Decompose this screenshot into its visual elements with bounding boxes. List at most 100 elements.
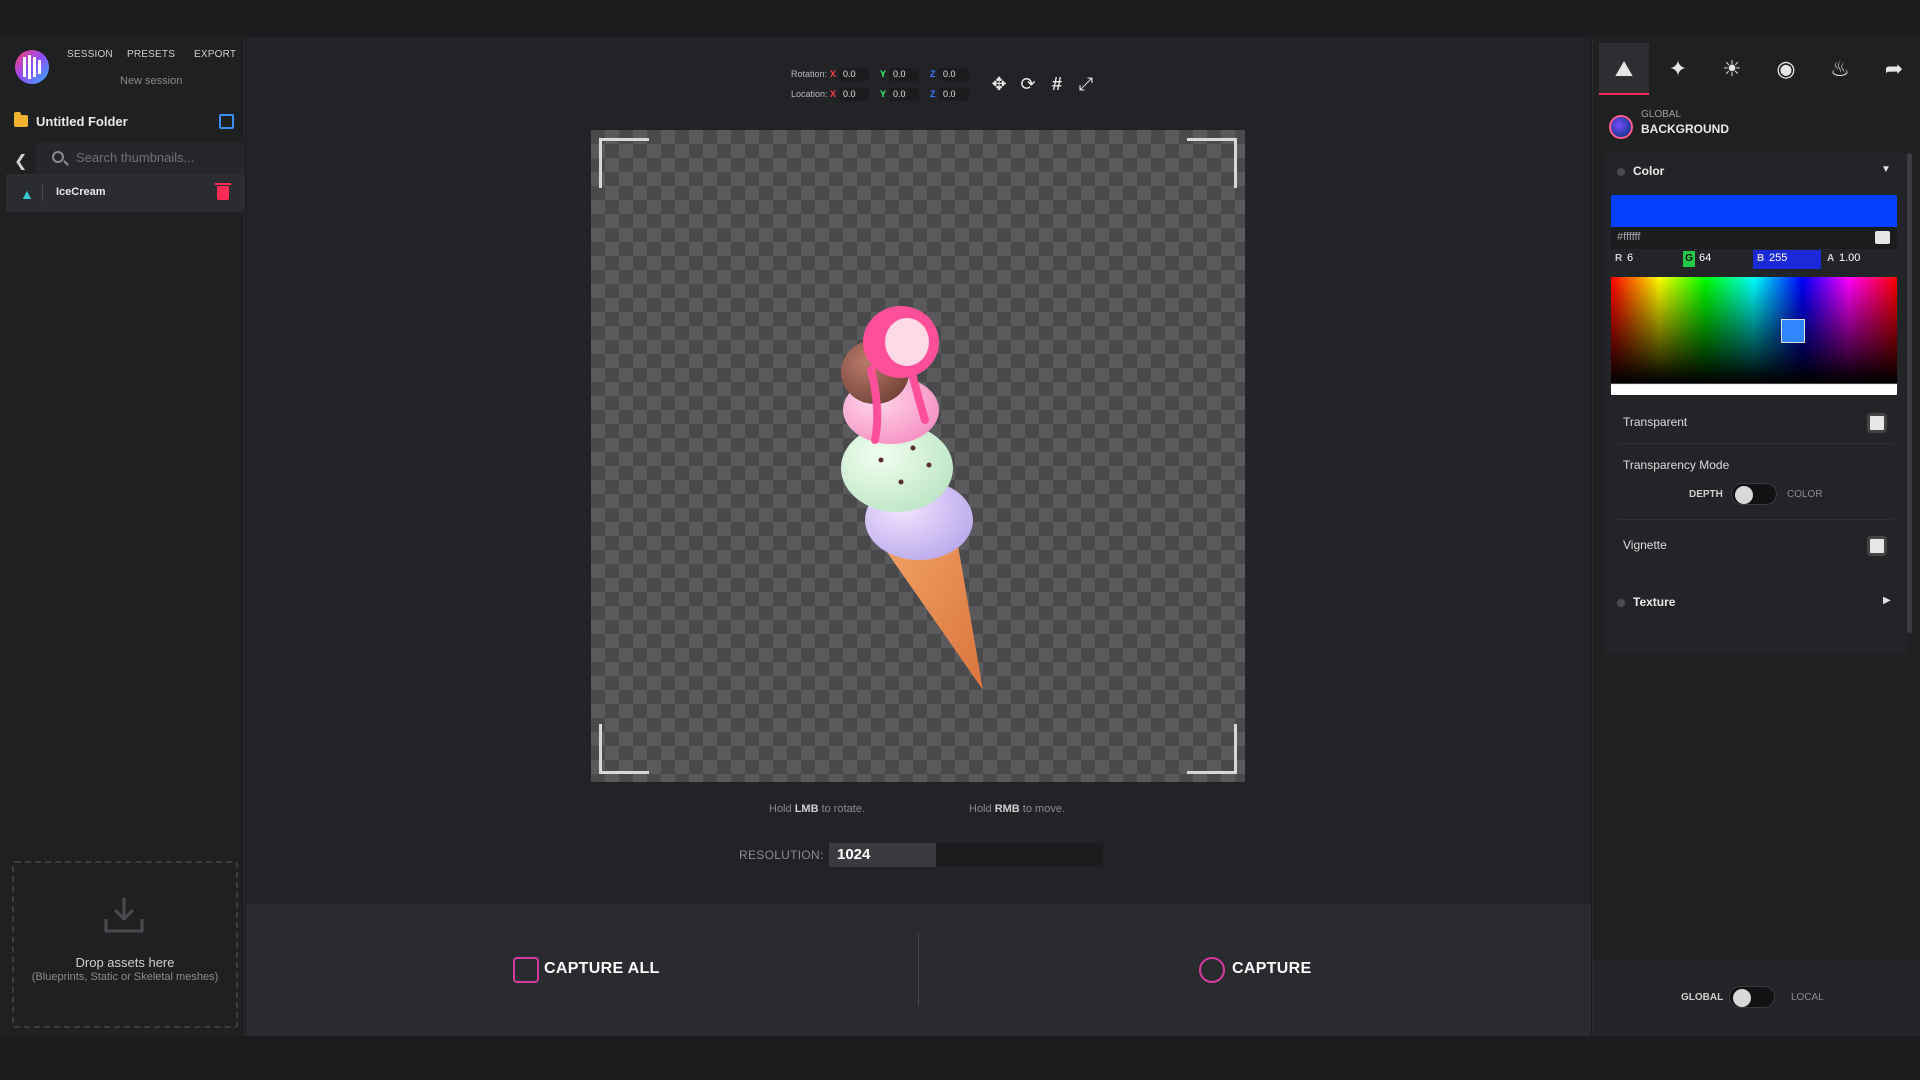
frame-corner-bl [599, 724, 649, 774]
alpha-value: 1.00 [1839, 252, 1861, 264]
frame-corner-tl [599, 138, 649, 188]
reset-rotate-icon[interactable]: ⟳ [1017, 73, 1039, 95]
rotation-label: Rotation: [791, 69, 828, 79]
color-gradient-picker[interactable] [1611, 277, 1897, 395]
icecream-model [841, 306, 983, 690]
transparent-checkbox[interactable] [1867, 413, 1887, 433]
color-picker-handle[interactable] [1781, 319, 1805, 343]
move-icon[interactable]: ✥ [988, 73, 1010, 95]
nav-presets[interactable]: PRESETS [127, 49, 175, 60]
green-field[interactable]: G 64 [1683, 249, 1751, 269]
alpha-label: A [1827, 253, 1835, 264]
mode-depth-label: DEPTH [1689, 489, 1723, 500]
rotation-y-field[interactable]: 0.0 [889, 68, 919, 81]
tab-lighting[interactable]: ☀ [1707, 43, 1757, 95]
red-label: R [1615, 253, 1623, 264]
session-subtitle: New session [120, 75, 183, 87]
asset-item-icecream[interactable]: ▲ IceCream [6, 174, 244, 212]
tab-animation[interactable]: ➦ [1869, 43, 1919, 95]
resolution-value: 1024 [837, 846, 871, 863]
nav-session[interactable]: SESSION [67, 49, 113, 60]
folder-name: Untitled Folder [36, 114, 128, 129]
toggle-knob [1733, 989, 1751, 1007]
globe-icon [1609, 115, 1633, 139]
toggle-knob [1735, 486, 1753, 504]
texture-section-header[interactable]: Texture ▶ [1605, 583, 1907, 619]
chevron-right-icon: ▶ [1883, 595, 1891, 606]
nav-export[interactable]: EXPORT [194, 49, 236, 60]
capture-button[interactable]: CAPTURE [919, 904, 1591, 1036]
drop-zone[interactable]: Drop assets here (Blueprints, Static or … [12, 861, 238, 1028]
search-input[interactable] [76, 150, 236, 165]
blue-label: B [1757, 253, 1765, 264]
app-window: SESSION PRESETS EXPORT New session Untit… [0, 0, 1920, 1080]
properties-scrollbar[interactable] [1907, 153, 1912, 633]
green-value: 64 [1699, 252, 1712, 264]
right-panel: ⛰ ✦ ☀ ◉ ♨ ➦ GLOBAL BACKGROUND Color ▼ #f… [1592, 37, 1920, 1037]
red-field[interactable]: R 6 [1611, 249, 1681, 269]
green-label: G [1683, 251, 1695, 267]
left-panel: SESSION PRESETS EXPORT New session Untit… [0, 37, 245, 1036]
section-header: GLOBAL BACKGROUND [1609, 107, 1909, 141]
alpha-field[interactable]: A 1.00 [1825, 249, 1895, 269]
properties-panel: Color ▼ #ffffff R 6 G 64 B 255 A 1.00 Tr… [1605, 153, 1907, 653]
capture-all-button[interactable]: CAPTURE ALL [246, 904, 918, 1036]
sun-icon: ☀ [1722, 56, 1742, 81]
tab-camera[interactable]: ◉ [1761, 43, 1811, 95]
folder-row[interactable]: Untitled Folder [0, 105, 245, 139]
vignette-label: Vignette [1623, 538, 1667, 552]
rotation-x-field[interactable]: 0.0 [839, 68, 869, 81]
app-logo-icon [15, 50, 49, 84]
color-section-dot [1617, 168, 1625, 176]
capture-all-icon [513, 957, 539, 983]
viewport[interactable]: Rotation: Location: X 0.0 Y 0.0 Z 0.0 X … [246, 37, 1591, 904]
section-title: BACKGROUND [1641, 122, 1729, 136]
asset-separator [42, 185, 43, 201]
back-arrow-icon[interactable]: ❮ [14, 151, 27, 171]
texture-section-title: Texture [1633, 595, 1676, 609]
edit-folder-icon[interactable] [219, 114, 234, 129]
color-swatch[interactable] [1611, 195, 1897, 227]
magic-wand-icon: ✦ [1668, 56, 1688, 81]
move-hint: Hold RMB to move. [969, 803, 1065, 815]
location-x-field[interactable]: 0.0 [839, 88, 869, 101]
capture-icon [1199, 957, 1225, 983]
capture-bar: CAPTURE ALL CAPTURE [246, 904, 1591, 1036]
transparency-mode-toggle[interactable] [1731, 483, 1777, 505]
location-y-field[interactable]: 0.0 [889, 88, 919, 101]
bottom-strip [0, 1036, 1920, 1080]
texture-section-dot [1617, 599, 1625, 607]
capture-label: CAPTURE [1232, 960, 1312, 977]
transparent-label: Transparent [1623, 415, 1688, 429]
tab-background[interactable]: ⛰ [1599, 43, 1649, 95]
rotation-z-field[interactable]: 0.0 [939, 68, 969, 81]
hex-input[interactable]: #ffffff [1617, 231, 1640, 243]
image-icon: ⛰ [1614, 56, 1634, 81]
vignette-checkbox[interactable] [1867, 536, 1887, 556]
rotation-y-axis: Y [880, 69, 887, 79]
trash-icon[interactable] [215, 183, 231, 200]
scope-toggle[interactable] [1729, 986, 1775, 1008]
location-z-field[interactable]: 0.0 [939, 88, 969, 101]
scope-local-label: LOCAL [1791, 992, 1824, 1003]
tab-fx[interactable]: ♨ [1815, 43, 1865, 95]
asset-type-icon: ▲ [20, 186, 34, 202]
red-value: 6 [1627, 252, 1634, 264]
blue-field[interactable]: B 255 [1753, 250, 1821, 269]
capture-all-label: CAPTURE ALL [544, 960, 660, 977]
search-icon [52, 151, 64, 163]
rgba-row: R 6 G 64 B 255 A 1.00 [1611, 249, 1897, 271]
scope-global-label: GLOBAL [1681, 992, 1724, 1003]
color-section-header[interactable]: Color ▼ [1605, 153, 1907, 189]
camera-icon: ◉ [1776, 56, 1796, 81]
resolution-slider[interactable]: 1024 [829, 843, 1103, 867]
tab-effects[interactable]: ✦ [1653, 43, 1703, 95]
expand-icon[interactable]: ⤢ [1075, 73, 1097, 95]
preview-canvas[interactable] [591, 130, 1245, 782]
divider [1617, 443, 1893, 444]
eyedropper-icon[interactable] [1875, 231, 1890, 244]
search-box [36, 143, 245, 175]
grid-icon[interactable]: # [1046, 73, 1068, 95]
rotation-x-axis: X [830, 69, 837, 79]
location-label: Location: [791, 89, 828, 99]
